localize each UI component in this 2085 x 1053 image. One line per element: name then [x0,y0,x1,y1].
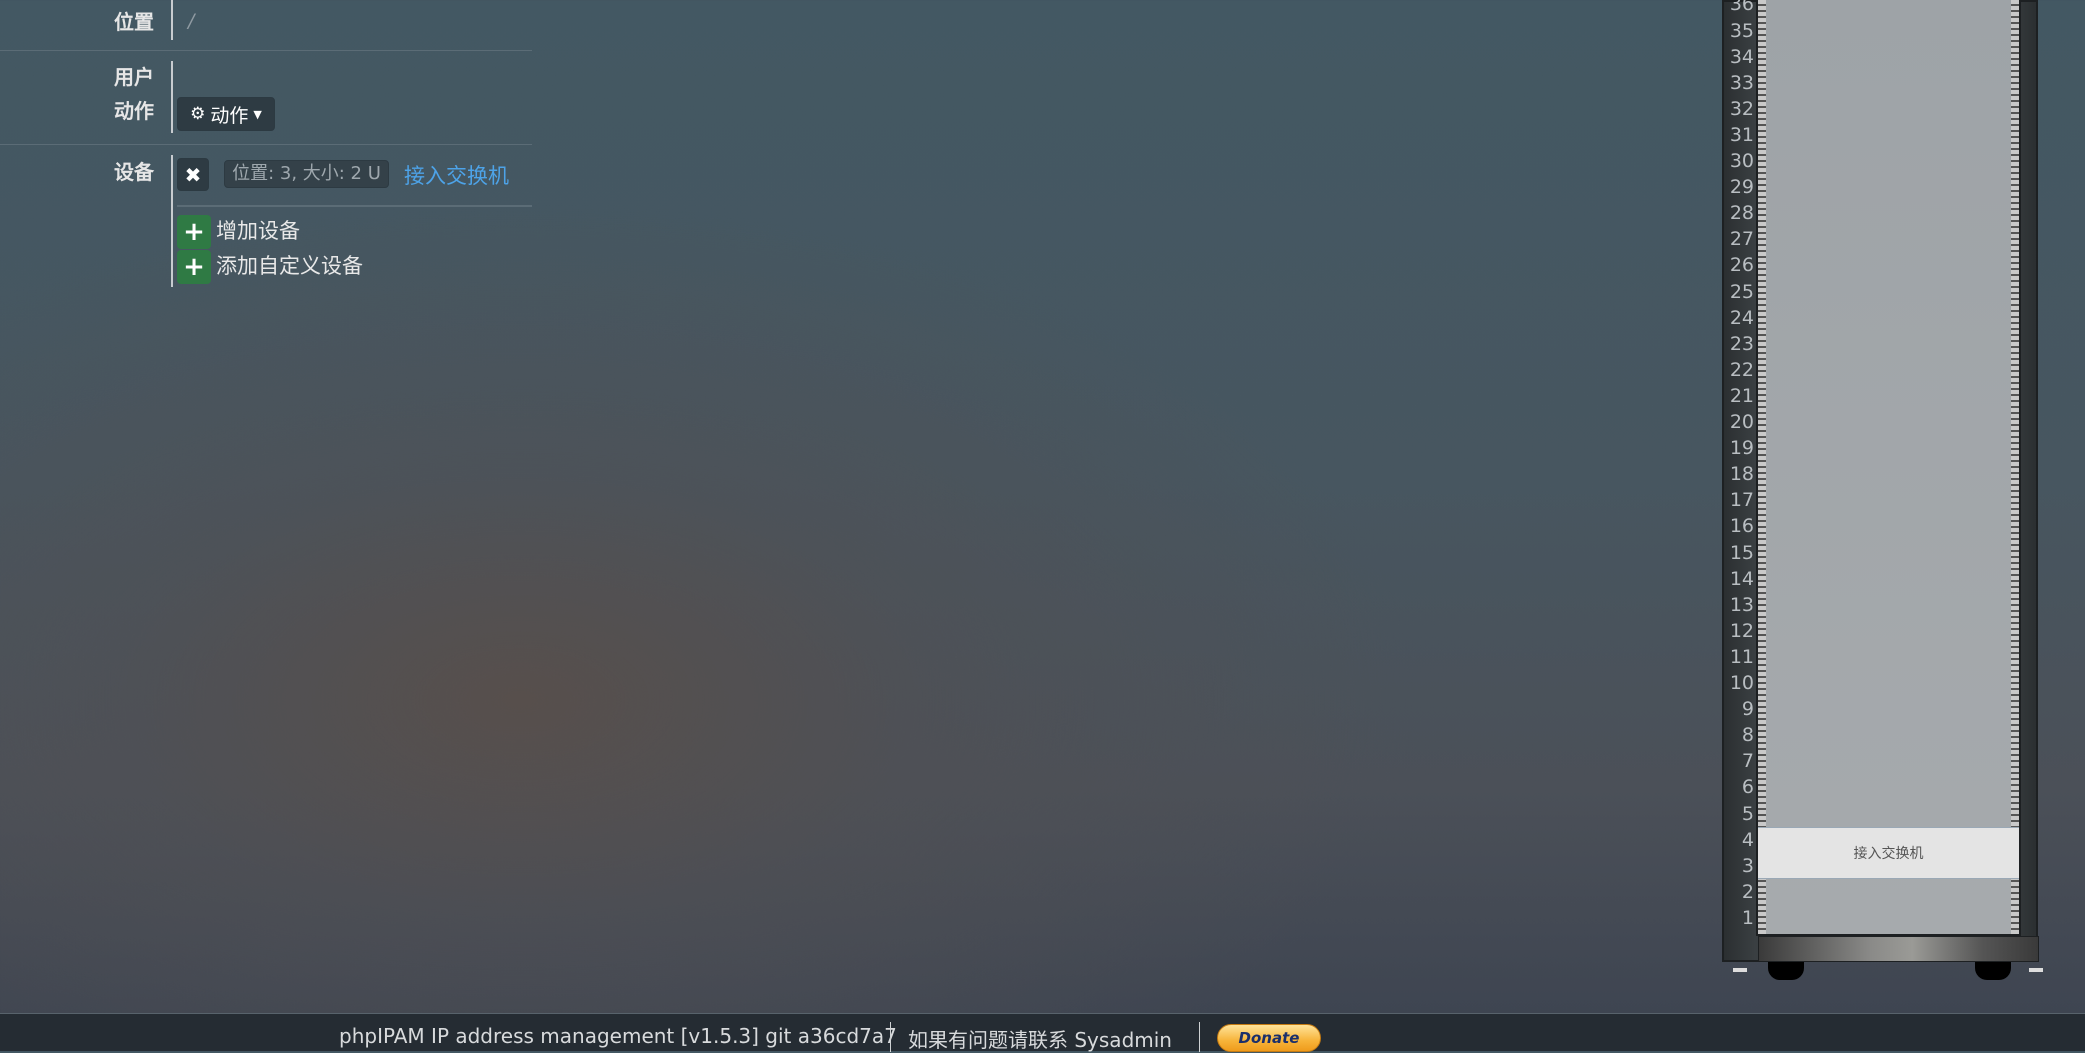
footer: phpIPAM IP address management [v1.5.3] g… [0,1013,2085,1053]
rack-unit-number: 10 [1729,672,1754,694]
rack-unit-number: 28 [1729,202,1754,225]
rack-foot [1733,968,1747,972]
rack-unit-number: 11 [1729,645,1754,668]
rack-unit-number: 4 [1741,828,1754,851]
plus-icon: + [183,252,205,282]
actions-label-line1: 用户 [114,65,154,89]
actions-dropdown-button[interactable]: ⚙ 动作 ▼ [177,97,275,131]
add-device-link[interactable]: 增加设备 [216,215,300,245]
rack-rail-right [2011,0,2019,934]
rack-unit-number: 20 [1729,411,1754,433]
divider [171,0,173,40]
rack-interior [1756,0,2021,936]
rack-unit-number: 18 [1729,463,1754,486]
rack-unit-number: 25 [1729,280,1754,303]
rack-unit-number: 7 [1741,750,1754,773]
plus-icon: + [183,217,205,247]
rack-unit-number: 19 [1729,437,1754,460]
location-label: 位置 [114,10,154,34]
rack-unit-number: 26 [1729,254,1754,277]
add-custom-device-link[interactable]: 添加自定义设备 [216,250,363,280]
rack-unit-number: 21 [1729,384,1754,407]
device-link[interactable]: 接入交换机 [404,160,509,190]
rack-unit-number: 1 [1741,906,1754,929]
divider [171,61,173,133]
rack-base [1758,936,2039,962]
footer-separator [1199,1022,1200,1052]
rack-unit-number: 2 [1741,880,1754,903]
rack-unit-number: 29 [1729,176,1754,199]
rack-unit-number: 32 [1729,97,1754,120]
rack-unit-number: 31 [1729,123,1754,146]
rack-device-access-switch[interactable]: 接入交换机 [1758,826,2019,879]
device-position-badge: 位置: 3, 大小: 2 U [224,160,389,188]
rack-wheel [1975,962,2011,980]
rack-foot [2029,968,2043,972]
rack-unit-number: 36 [1729,0,1754,16]
actions-button-label: 动作 [210,104,249,127]
rack-unit-number: 13 [1729,593,1754,616]
rack-unit-number: 5 [1741,802,1754,825]
rack-unit-number: 24 [1729,306,1754,329]
rack-unit-number: 15 [1729,541,1754,564]
donate-button[interactable]: Donate [1217,1024,1321,1052]
rack-unit-number: 35 [1729,19,1754,42]
caret-down-icon: ▼ [253,107,262,121]
rack-unit-number: 8 [1741,724,1754,747]
row-divider [0,50,532,51]
device-divider [177,205,532,207]
rack-unit-number: 34 [1729,45,1754,68]
rack-unit-number: 6 [1741,776,1754,799]
rack-unit-number: 9 [1741,698,1754,721]
rack-unit-number: 17 [1729,489,1754,512]
actions-label: 用户 动作 [114,60,154,128]
footer-contact-link[interactable]: 如果有问题请联系 Sysadmin [908,1024,1172,1053]
rack-unit-number: 33 [1729,71,1754,94]
rack-unit-number: 12 [1729,619,1754,642]
rack-unit-number: 14 [1729,567,1754,590]
rack-wheel [1768,962,1804,980]
footer-version: phpIPAM IP address management [v1.5.3] g… [339,1024,897,1048]
close-icon: ✖ [184,162,202,187]
add-custom-device-button[interactable]: + [177,250,211,284]
rack-unit-number: 3 [1741,854,1754,877]
location-value: / [188,10,195,32]
add-device-button[interactable]: + [177,215,211,249]
footer-separator [890,1022,891,1052]
actions-label-line2: 动作 [114,99,154,123]
rack-unit-number: 30 [1729,150,1754,172]
divider [171,155,173,287]
rack-unit-number: 16 [1729,515,1754,538]
devices-label: 设备 [114,160,154,184]
rack-unit-number: 27 [1729,228,1754,251]
row-divider [0,144,532,145]
rack-unit-number: 23 [1729,332,1754,355]
remove-device-button[interactable]: ✖ [177,158,209,191]
rack-rail-left [1758,0,1766,934]
rack-unit-number: 22 [1729,358,1754,381]
gears-icon: ⚙ [190,104,206,124]
